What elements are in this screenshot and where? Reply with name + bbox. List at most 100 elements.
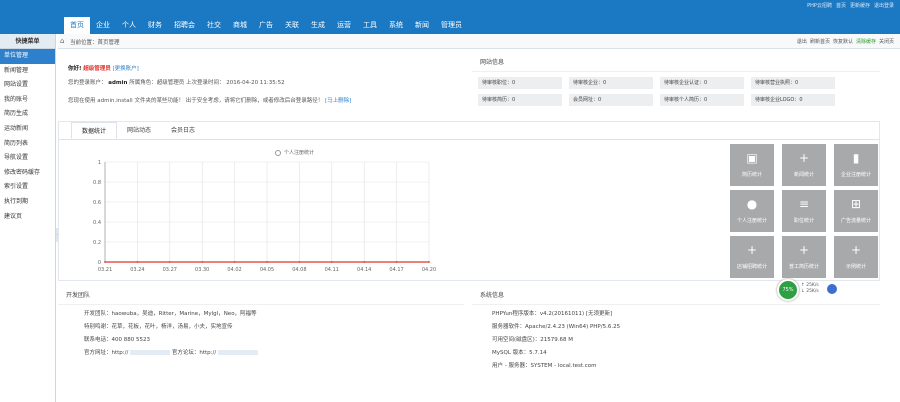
- sys-disk: 可用空间(磁盘区)：21579.68 M: [492, 337, 574, 343]
- sidebar: 快捷菜单 单位管理 新闻管理 网站设置 我的账号 简历生成 运动新闻 简历列表 …: [0, 34, 56, 402]
- y-tick-label: 0.6: [93, 200, 101, 206]
- speed-ball[interactable]: 75%: [777, 279, 799, 301]
- sidebar-item[interactable]: 建议页: [0, 210, 55, 225]
- greeting-line: 你好! 超级管理员 [更换账户]: [68, 64, 139, 72]
- top-link-site[interactable]: PHP云招聘: [807, 2, 832, 9]
- stat-tile[interactable]: ▮ 企业注册统计: [834, 144, 878, 186]
- stat-box[interactable]: 待审核企业LOGO：0: [751, 94, 835, 106]
- stat-box[interactable]: 待审核个人简历：0: [660, 94, 744, 106]
- stat-tile-label: 企业注册统计: [840, 172, 871, 178]
- tab-data-stats[interactable]: 数据统计: [71, 122, 118, 139]
- stat-tile[interactable]: + 店铺招聘统计: [730, 236, 774, 278]
- nav-home[interactable]: 首页: [64, 17, 90, 34]
- y-tick-label: 0: [98, 260, 101, 266]
- stat-box[interactable]: 待审核企业认证：0: [660, 77, 744, 89]
- nav-ads[interactable]: 广告: [253, 17, 279, 34]
- nav-admin[interactable]: 管理员: [435, 17, 468, 34]
- team-links: 官方网址：http:// 官方论坛：http://: [84, 348, 258, 356]
- speed-widget[interactable]: 75% ↑ 25K/s ↓ 25K/s: [777, 279, 837, 301]
- series-point: [104, 261, 106, 263]
- nav-company[interactable]: 企业: [90, 17, 116, 34]
- stat-box[interactable]: 待审核营业执照：0: [751, 77, 835, 89]
- sidebar-item[interactable]: 网站设置: [0, 78, 55, 93]
- forum-link[interactable]: [217, 350, 258, 355]
- stat-box[interactable]: 待审核简历：0: [478, 94, 562, 106]
- last-login-time: 2016-04-20 11:35:52: [226, 80, 285, 86]
- sidebar-item[interactable]: 修改密码缓存: [0, 166, 55, 181]
- stat-tile-label: 示例统计: [845, 264, 866, 270]
- speed-info: ↑ 25K/s ↓ 25K/s: [801, 283, 819, 295]
- official-site-label: 官方网址：http://: [84, 350, 129, 356]
- x-tick-label: 04.08: [292, 267, 306, 273]
- y-tick-label: 0.4: [93, 220, 101, 226]
- refresh-link[interactable]: 刷新首页: [810, 38, 830, 45]
- sidebar-item[interactable]: 运动新闻: [0, 122, 55, 137]
- top-links: PHP云招聘 首页 更新缓存 退出登录: [807, 2, 894, 9]
- stat-tile[interactable]: + 示例统计: [834, 236, 878, 278]
- top-link-cache[interactable]: 更新缓存: [850, 2, 870, 9]
- x-tick-label: 04.05: [260, 267, 274, 273]
- tab-member-log[interactable]: 会员日志: [161, 122, 205, 139]
- nav-tools[interactable]: 工具: [357, 17, 383, 34]
- top-link-home[interactable]: 首页: [836, 2, 846, 9]
- greeting: 你好!: [68, 66, 82, 72]
- nav-operation[interactable]: 运营: [331, 17, 357, 34]
- nav-mall[interactable]: 商城: [227, 17, 253, 34]
- nav-personal[interactable]: 个人: [116, 17, 142, 34]
- stat-tile-label: 职位统计: [793, 218, 814, 224]
- stat-tile[interactable]: + 新闻统计: [782, 144, 826, 186]
- clear-cache-link[interactable]: 清除缓存: [856, 38, 876, 45]
- close-page-link[interactable]: 关闭页: [879, 38, 894, 45]
- team-thanks: 特别鸣谢：花草，花板，花叶，杨洋，汤易，小夫，实地宣传: [84, 324, 233, 330]
- stat-box[interactable]: 会员网址：0: [569, 94, 653, 106]
- briefcase-icon: ▮: [852, 151, 860, 165]
- id-card-icon: ▣: [746, 151, 758, 165]
- stats-tabs: 数据统计 网站动态 会员日志: [71, 122, 205, 139]
- stat-box[interactable]: 待审核企业：0: [569, 77, 653, 89]
- sys-user: 用户 - 服务器：SYSTEM - local.test.com: [492, 363, 597, 369]
- legend-marker: [275, 149, 281, 156]
- user-icon: ●: [746, 197, 758, 211]
- sidebar-item[interactable]: 导航设置: [0, 151, 55, 166]
- nav-jobfair[interactable]: 招聘会: [168, 17, 201, 34]
- tab-site-activity[interactable]: 网站动态: [117, 122, 161, 139]
- top-link-logout[interactable]: 退出登录: [874, 2, 894, 9]
- stat-tile[interactable]: ≡ 职位统计: [782, 190, 826, 232]
- sidebar-item[interactable]: 新闻管理: [0, 64, 55, 79]
- welcome-panel: 你好! 超级管理员 [更换账户] 您的登录账户： admin 所属角色：超级管理…: [58, 52, 464, 112]
- stat-box[interactable]: 待审核职位：0: [478, 77, 562, 89]
- speed-accel-icon[interactable]: [827, 284, 837, 294]
- stat-tile[interactable]: ⊞ 广告流量统计: [834, 190, 878, 232]
- stat-tile[interactable]: ● 个人注册统计: [730, 190, 774, 232]
- stat-tile[interactable]: ▣ 简历统计: [730, 144, 774, 186]
- sidebar-item[interactable]: 单位管理: [0, 49, 55, 64]
- main-nav: 首页 企业 个人 财务 招聘会 社交 商城 广告 关联 生成 运营 工具 系统 …: [64, 17, 468, 34]
- nav-news[interactable]: 新闻: [409, 17, 435, 34]
- account-label: 您的登录账户：: [68, 80, 107, 86]
- restore-link[interactable]: 恢复默认: [833, 38, 853, 45]
- delete-now-link[interactable]: [马上删除]: [325, 98, 351, 104]
- nav-generate[interactable]: 生成: [305, 17, 331, 34]
- nav-social[interactable]: 社交: [201, 17, 227, 34]
- nav-relation[interactable]: 关联: [279, 17, 305, 34]
- sidebar-item[interactable]: 我的账号: [0, 93, 55, 108]
- sidebar-item[interactable]: 简历列表: [0, 137, 55, 152]
- x-tick-label: 03.21: [98, 267, 112, 273]
- site-info-panel: 网站信息 待审核职位：0 待审核企业：0 待审核企业认证：0 待审核营业执照：0…: [472, 52, 880, 112]
- stat-tile-label: 个人注册统计: [736, 218, 767, 224]
- x-tick-label: 03.30: [195, 267, 209, 273]
- switch-account-link[interactable]: [更换账户]: [113, 66, 139, 72]
- sidebar-item[interactable]: 简历生成: [0, 107, 55, 122]
- plus-icon: +: [850, 243, 862, 257]
- download-speed: ↓ 25K/s: [801, 289, 819, 294]
- stat-tile[interactable]: + 普工简历统计: [782, 236, 826, 278]
- list-icon: ≡: [798, 197, 810, 211]
- sidebar-item[interactable]: 索引设置: [0, 180, 55, 195]
- sidebar-item[interactable]: 执行到期: [0, 195, 55, 210]
- official-site-link[interactable]: [130, 350, 171, 355]
- chart-legend[interactable]: 个人注册统计: [275, 149, 314, 156]
- account-line: 您的登录账户： admin 所属角色：超级管理员 上次登录时间： 2016-04…: [68, 78, 285, 86]
- nav-system[interactable]: 系统: [383, 17, 409, 34]
- nav-finance[interactable]: 财务: [142, 17, 168, 34]
- logout-link[interactable]: 退出: [797, 38, 807, 45]
